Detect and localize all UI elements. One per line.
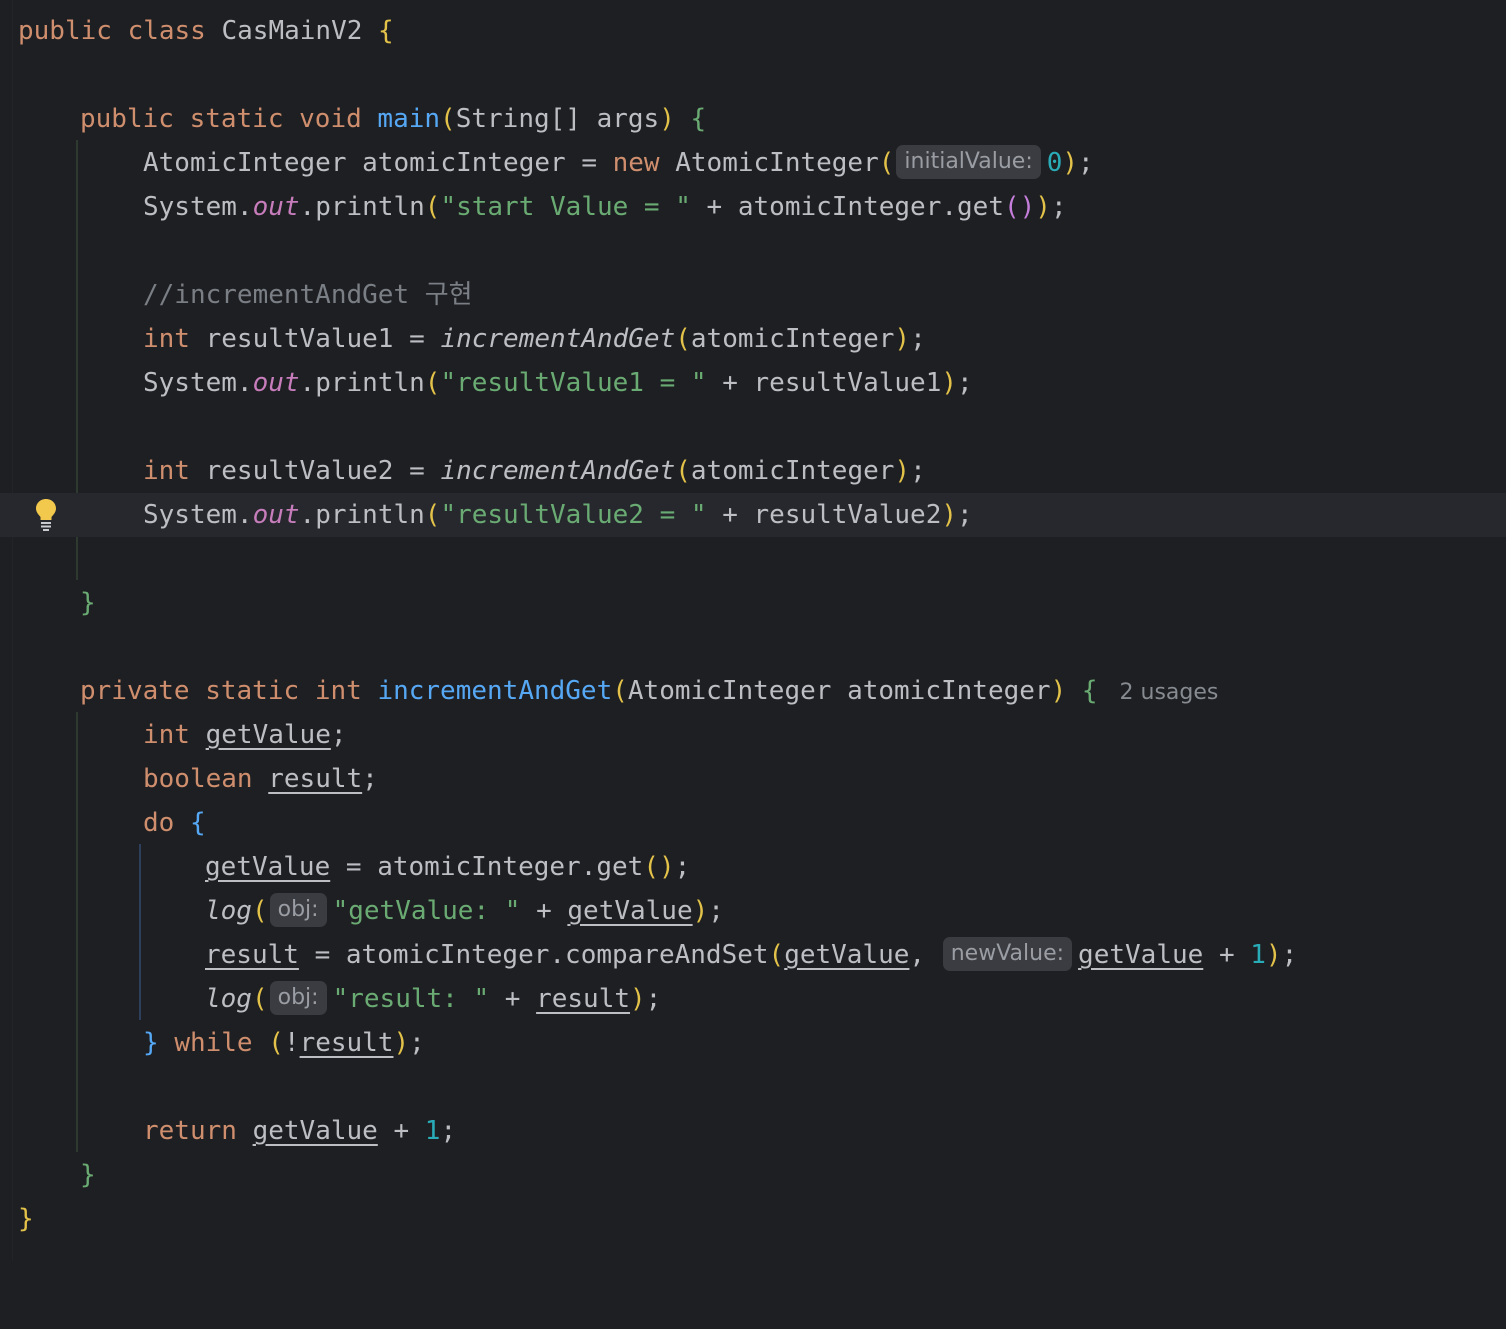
code-line-get[interactable]: getValue = atomicInteger.get(); <box>0 845 1506 889</box>
code-line-class[interactable]: public class CasMainV2 { <box>0 9 1506 53</box>
code-line-close-main[interactable]: } <box>0 581 1506 625</box>
code-line-log-getvalue[interactable]: log(obj: "getValue: " + getValue); <box>0 889 1506 933</box>
type-name: AtomicInteger <box>143 148 347 178</box>
variable: atomicInteger <box>362 148 566 178</box>
parameter-hint: obj: <box>269 980 327 1015</box>
code-line-result2[interactable]: int resultValue2 = incrementAndGet(atomi… <box>0 449 1506 493</box>
parameter-hint: newValue: <box>942 936 1073 971</box>
method-name: main <box>377 104 441 134</box>
code-line-method-decl[interactable]: private static int incrementAndGet(Atomi… <box>0 669 1506 713</box>
code-line-result-decl[interactable]: boolean result; <box>0 757 1506 801</box>
keyword: public class <box>18 16 206 46</box>
code-line-print-start[interactable]: System.out.println("start Value = " + at… <box>0 185 1506 229</box>
param-name: args <box>596 104 660 134</box>
code-line-print-result1[interactable]: System.out.println("resultValue1 = " + r… <box>0 361 1506 405</box>
keyword: new <box>612 148 660 178</box>
usages-hint[interactable]: 2 usages <box>1120 680 1219 705</box>
code-line-do[interactable]: do { <box>0 801 1506 845</box>
code-line-main[interactable]: public static void main(String[] args) { <box>0 97 1506 141</box>
code-line-close-method[interactable]: } <box>0 1153 1506 1197</box>
code-line-comment[interactable]: //incrementAndGet 구현 <box>0 273 1506 317</box>
code-line-print-result2-current[interactable]: System.out.println("resultValue2 = " + r… <box>0 493 1506 537</box>
method-name: incrementAndGet <box>377 676 613 706</box>
code-line-atomic-init[interactable]: AtomicInteger atomicInteger = new Atomic… <box>0 141 1506 185</box>
string-literal: "start Value = " <box>440 192 691 222</box>
static-call: incrementAndGet <box>440 324 676 354</box>
code-line-log-result[interactable]: log(obj: "result: " + result); <box>0 977 1506 1021</box>
code-line-getvalue-decl[interactable]: int getValue; <box>0 713 1506 757</box>
code-line-result1[interactable]: int resultValue1 = incrementAndGet(atomi… <box>0 317 1506 361</box>
constructor: AtomicInteger <box>675 148 879 178</box>
param-type: String[] <box>455 104 581 134</box>
code-editor[interactable]: public class CasMainV2 { public static v… <box>0 0 1506 1260</box>
comment: //incrementAndGet 구현 <box>143 280 473 310</box>
code-line-while[interactable]: } while (!result); <box>0 1021 1506 1065</box>
code-line-cas[interactable]: result = atomicInteger.compareAndSet(get… <box>0 933 1506 977</box>
parameter-hint: obj: <box>269 892 327 927</box>
brace: { <box>378 16 394 46</box>
keyword: public static void <box>80 104 362 134</box>
lightbulb-icon[interactable] <box>34 497 58 531</box>
parameter-hint: initialValue: <box>896 144 1041 179</box>
code-line-close-class[interactable]: } <box>0 1197 1506 1241</box>
number-literal: 0 <box>1046 148 1063 178</box>
static-field: out <box>252 192 300 222</box>
class-name: CasMainV2 <box>221 16 363 46</box>
code-line-return[interactable]: return getValue + 1; <box>0 1109 1506 1153</box>
